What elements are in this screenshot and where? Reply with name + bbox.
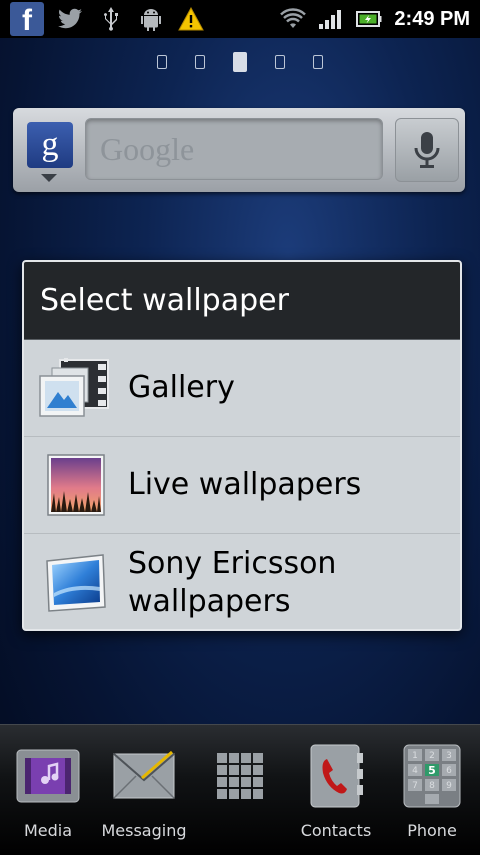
- gallery-icon: [24, 340, 128, 437]
- usb-icon: [98, 6, 124, 32]
- twitter-icon[interactable]: [58, 6, 84, 32]
- phone-icon: 5 1 2 3 4 6 7 8 9: [399, 743, 465, 809]
- search-input[interactable]: Google: [85, 118, 383, 180]
- option-label: Sony Ericsson wallpapers: [128, 545, 337, 619]
- select-wallpaper-dialog: Select wallpaper Gallery Live wallpapers…: [22, 260, 462, 631]
- svg-text:1: 1: [412, 751, 418, 761]
- dock-item-phone[interactable]: 5 1 2 3 4 6 7 8 9 Phone: [384, 743, 480, 840]
- svg-text:7: 7: [412, 781, 418, 791]
- page-dot: [195, 55, 205, 69]
- dropdown-caret-icon: [41, 174, 57, 182]
- microphone-icon: [414, 132, 440, 168]
- sony-ericsson-wallpapers-icon: [24, 534, 128, 629]
- voice-search-button[interactable]: [395, 118, 459, 182]
- dialog-title: Select wallpaper: [24, 262, 460, 340]
- svg-text:3: 3: [446, 751, 452, 761]
- wifi-icon: [280, 6, 307, 32]
- option-label: Gallery: [128, 370, 235, 405]
- svg-text:5: 5: [428, 764, 436, 777]
- dock-label: Contacts: [300, 821, 372, 840]
- svg-text:4: 4: [412, 766, 418, 776]
- page-dot: [275, 55, 285, 69]
- contacts-icon: [303, 743, 369, 809]
- option-gallery[interactable]: Gallery: [24, 340, 460, 437]
- dock-label: Media: [23, 821, 73, 840]
- dock-item-messaging[interactable]: Messaging: [96, 743, 192, 840]
- dock: Media Messaging Contacts 5 1 2 3 4 6 7 8…: [0, 724, 480, 855]
- svg-text:6: 6: [446, 766, 452, 776]
- signal-icon: [318, 6, 344, 32]
- app-drawer-icon: [207, 743, 273, 809]
- dock-label: Messaging: [101, 821, 187, 840]
- messaging-icon: [111, 743, 177, 809]
- android-icon: [138, 6, 164, 32]
- page-dot: [157, 55, 167, 69]
- dock-item-contacts[interactable]: Contacts: [288, 743, 384, 840]
- page-dot: [313, 55, 323, 69]
- option-live-wallpapers[interactable]: Live wallpapers: [24, 437, 460, 534]
- dock-item-media[interactable]: Media: [0, 743, 96, 840]
- svg-text:2: 2: [429, 751, 435, 761]
- warning-icon: [178, 6, 204, 32]
- app-drawer-button[interactable]: [192, 743, 288, 821]
- facebook-icon[interactable]: f: [10, 2, 44, 36]
- status-bar: f 2:49 PM: [0, 0, 480, 38]
- media-icon: [15, 743, 81, 809]
- google-search-engine-button[interactable]: g: [27, 122, 73, 168]
- live-wallpapers-icon: [24, 437, 128, 534]
- dock-label: Phone: [407, 821, 457, 840]
- option-label: Live wallpapers: [128, 467, 362, 502]
- battery-icon: [356, 6, 382, 32]
- option-sony-ericsson-wallpapers[interactable]: Sony Ericsson wallpapers: [24, 534, 460, 629]
- svg-text:9: 9: [446, 781, 452, 791]
- google-search-widget: g Google: [13, 108, 465, 192]
- clock: 2:49 PM: [394, 7, 470, 30]
- page-dot-active: [233, 52, 247, 72]
- home-page-indicator: [0, 52, 480, 72]
- svg-text:8: 8: [429, 781, 435, 791]
